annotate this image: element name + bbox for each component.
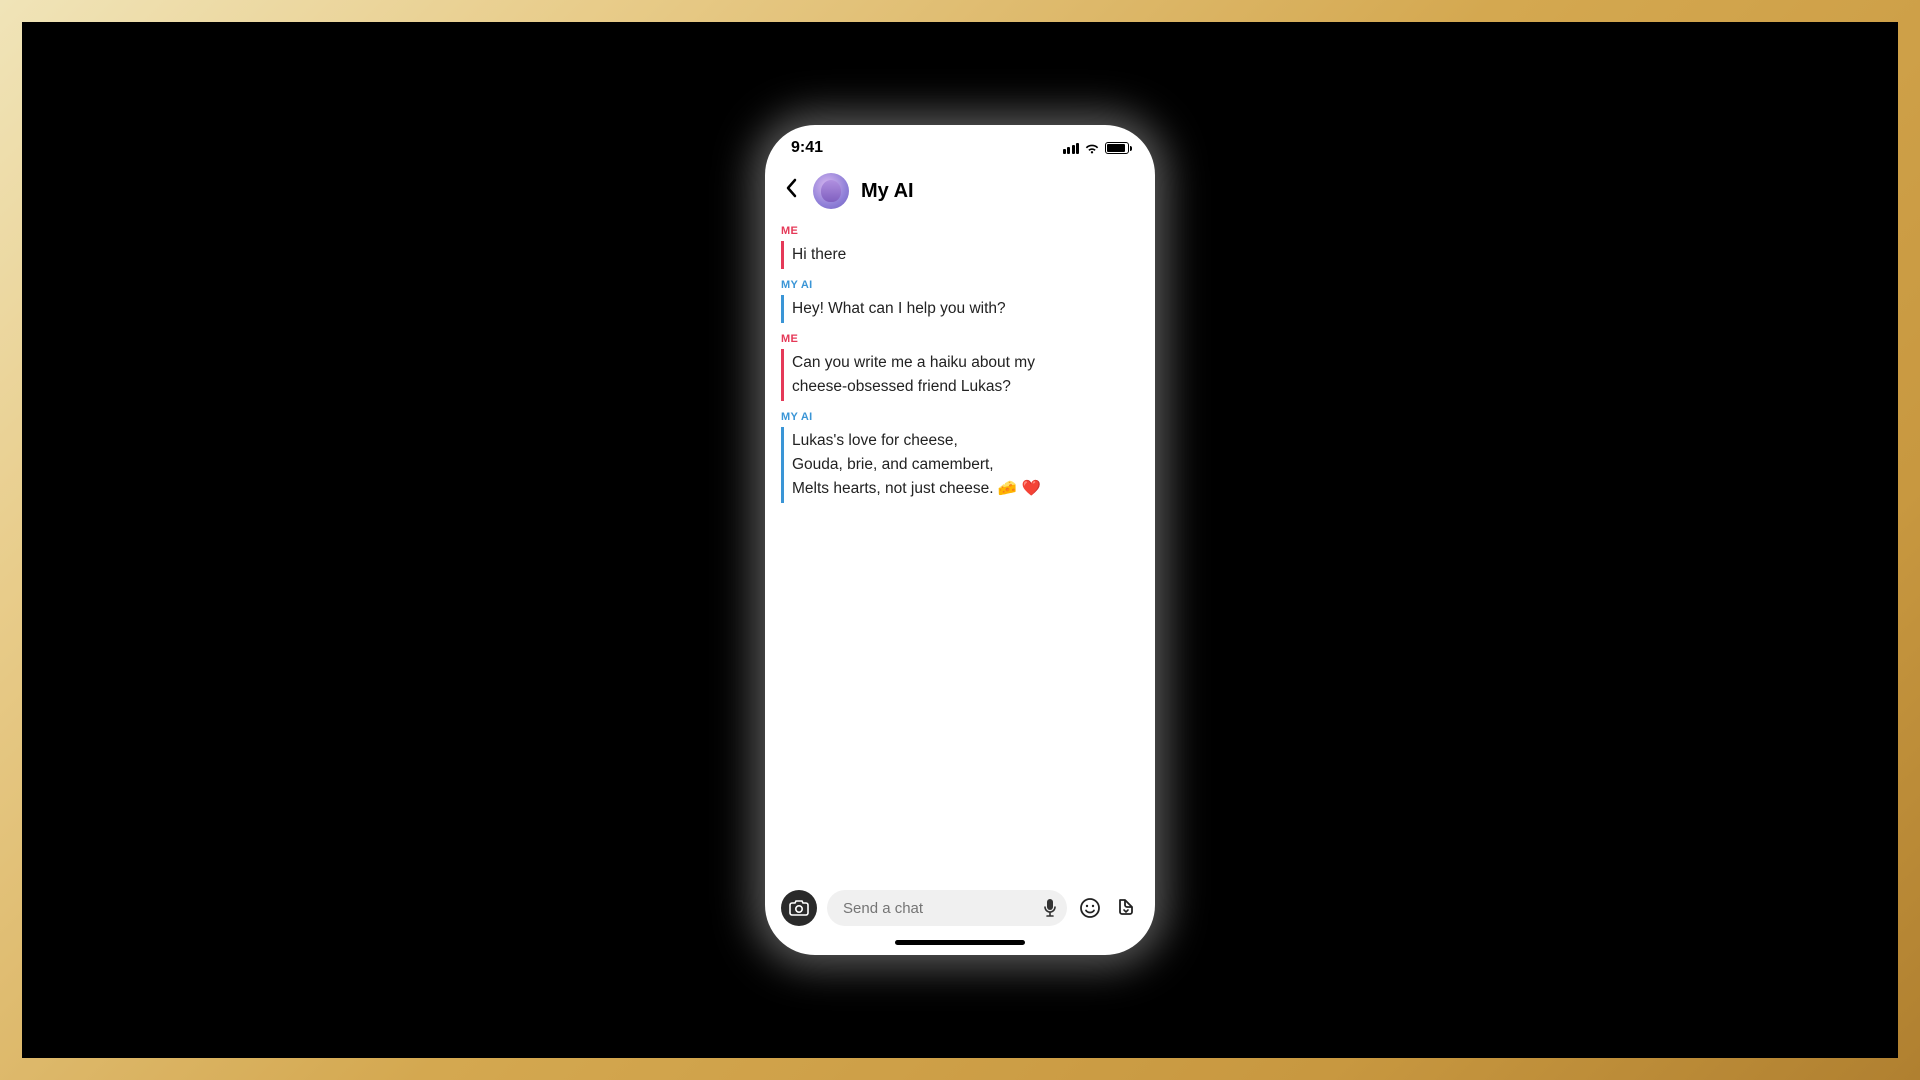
battery-icon — [1105, 142, 1129, 154]
status-time: 9:41 — [791, 139, 823, 157]
message-me: ME Can you write me a haiku about my che… — [781, 333, 1139, 401]
chat-input-container[interactable] — [827, 890, 1067, 926]
message-text: Hi there — [781, 241, 1061, 269]
camera-button[interactable] — [781, 890, 817, 926]
message-text: Lukas's love for cheese, Gouda, brie, an… — [781, 427, 1061, 503]
wifi-icon — [1084, 142, 1100, 154]
phone-mockup: 9:41 My AI ME Hi there MY AI — [765, 125, 1155, 955]
message-text: Hey! What can I help you with? — [781, 295, 1061, 323]
back-button[interactable] — [781, 174, 801, 208]
sender-label: ME — [781, 225, 1139, 237]
cellular-signal-icon — [1063, 143, 1080, 154]
message-text: Can you write me a haiku about my cheese… — [781, 349, 1061, 401]
sender-label: MY AI — [781, 411, 1139, 423]
emoji-icon[interactable] — [1077, 895, 1103, 921]
sender-label: ME — [781, 333, 1139, 345]
message-ai: MY AI Lukas's love for cheese, Gouda, br… — [781, 411, 1139, 503]
chat-header: My AI — [765, 163, 1155, 223]
presentation-frame: 9:41 My AI ME Hi there MY AI — [22, 22, 1898, 1058]
status-indicators — [1063, 142, 1130, 154]
games-icon[interactable] — [1113, 895, 1139, 921]
input-bar — [765, 880, 1155, 934]
message-me: ME Hi there — [781, 225, 1139, 269]
chat-title: My AI — [861, 180, 914, 203]
message-list[interactable]: ME Hi there MY AI Hey! What can I help y… — [765, 223, 1155, 880]
message-ai: MY AI Hey! What can I help you with? — [781, 279, 1139, 323]
chat-input[interactable] — [843, 900, 1043, 917]
home-indicator[interactable] — [895, 940, 1025, 945]
sender-label: MY AI — [781, 279, 1139, 291]
avatar[interactable] — [813, 173, 849, 209]
microphone-icon[interactable] — [1043, 898, 1057, 918]
status-bar: 9:41 — [765, 125, 1155, 163]
